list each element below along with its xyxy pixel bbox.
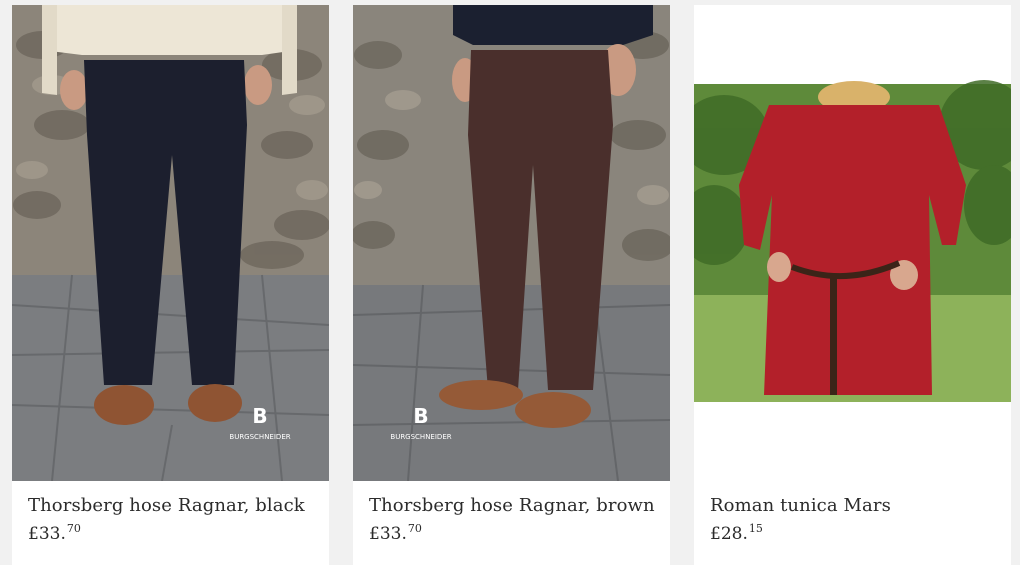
price-main: £28. — [710, 524, 748, 544]
product-card-black-hose[interactable]: B BURGSCHNEIDER Thorsberg hose Ragnar, b… — [12, 5, 329, 565]
price-main: £33. — [369, 524, 407, 544]
price-cents: 70 — [66, 522, 81, 535]
product-card-brown-hose[interactable]: B BURGSCHNEIDER Thorsberg hose Ragnar, b… — [353, 5, 670, 565]
product-photo-black-hose: B BURGSCHNEIDER — [12, 5, 329, 481]
price-cents: 70 — [407, 522, 422, 535]
svg-text:B: B — [413, 404, 428, 428]
product-title[interactable]: Thorsberg hose Ragnar, brown — [369, 495, 655, 516]
price-cents: 15 — [748, 522, 763, 535]
product-image[interactable]: B BURGSCHNEIDER — [12, 5, 329, 481]
product-title[interactable]: Roman tunica Mars — [710, 495, 891, 516]
product-card-roman-tunica[interactable]: Roman tunica Mars £28.15 — [694, 5, 1011, 565]
svg-text:BURGSCHNEIDER: BURGSCHNEIDER — [390, 433, 451, 441]
price-main: £33. — [28, 524, 66, 544]
product-image[interactable] — [694, 5, 1011, 481]
product-title[interactable]: Thorsberg hose Ragnar, black — [28, 495, 305, 516]
product-price: £33.70 — [28, 522, 81, 544]
svg-text:B: B — [252, 404, 267, 428]
product-image[interactable]: B BURGSCHNEIDER — [353, 5, 670, 481]
product-photo-roman-tunica — [694, 5, 1011, 481]
svg-text:BURGSCHNEIDER: BURGSCHNEIDER — [229, 433, 290, 441]
product-photo-brown-hose: B BURGSCHNEIDER — [353, 5, 670, 481]
product-price: £28.15 — [710, 522, 763, 544]
product-price: £33.70 — [369, 522, 422, 544]
